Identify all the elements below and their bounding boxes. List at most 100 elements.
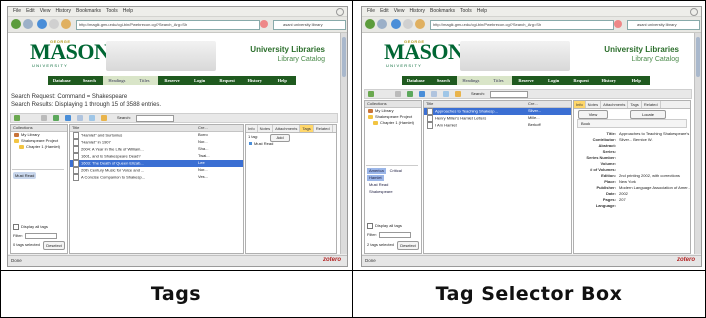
tab-tags[interactable]: Tags: [300, 125, 314, 132]
nav-database[interactable]: Database: [402, 76, 430, 85]
nav-titles[interactable]: Titles: [130, 76, 159, 85]
nav-history[interactable]: History: [595, 76, 623, 85]
menu-file[interactable]: File: [367, 8, 375, 14]
checkbox[interactable]: [13, 224, 19, 230]
nav-database[interactable]: Database: [48, 76, 76, 85]
item-row[interactable]: "Hamlet" in 1907 Nor...: [70, 139, 243, 146]
item-row[interactable]: A Concise Companion to Shakesp... Ves...: [70, 174, 243, 181]
menu-view[interactable]: View: [394, 8, 405, 14]
field-value[interactable]: Approaches to Teaching Shakespeare's Ham…: [619, 131, 690, 136]
add-item-icon[interactable]: [419, 91, 425, 97]
menu-edit[interactable]: Edit: [26, 8, 35, 14]
nav-reserve[interactable]: Reserve: [512, 76, 540, 85]
checkbox[interactable]: [367, 223, 373, 229]
nav-login[interactable]: Login: [186, 76, 214, 85]
collection-chapter-1[interactable]: Chapter 1 (Hamlet): [365, 120, 421, 126]
nav-help[interactable]: Help: [623, 76, 651, 85]
nav-request[interactable]: Request: [213, 76, 241, 85]
display-all-tags[interactable]: Display all tags: [13, 224, 48, 230]
filter-input[interactable]: [379, 232, 411, 238]
tag-must-read[interactable]: Must Read: [367, 182, 390, 188]
zotero-status-icon[interactable]: zotero: [677, 257, 695, 263]
item-row[interactable]: 20th Century Music for Voice and ... Nor.…: [70, 167, 243, 174]
collection-chapter-1[interactable]: Chapter 1 (Hamlet): [11, 144, 67, 150]
menu-view[interactable]: View: [40, 8, 51, 14]
menu-bookmarks[interactable]: Bookmarks: [76, 8, 101, 14]
field-value[interactable]: 2002: [619, 191, 628, 196]
url-bar[interactable]: http://magik.gmu.edu/cgi-bin/Pwebrecon.c…: [430, 20, 614, 30]
search-engine-box[interactable]: asani university library: [273, 20, 346, 30]
attach-icon[interactable]: [455, 91, 461, 97]
column-creator[interactable]: Cre...: [198, 125, 208, 131]
field-value[interactable]: Modern Language Association of Amer...: [619, 185, 690, 190]
menu-help[interactable]: Help: [477, 8, 487, 14]
home-icon[interactable]: [61, 19, 71, 29]
item-row[interactable]: 1603: The Death of Queen Elizab... Lee: [70, 160, 243, 167]
reload-icon[interactable]: [37, 19, 47, 29]
item-row[interactable]: Henry Miller's Hamlet Letters Mille...: [424, 115, 571, 122]
filter-input[interactable]: [25, 233, 57, 239]
item-row[interactable]: Approaches to Teaching Shakesp... Sliver.…: [424, 108, 571, 115]
tab-attachments[interactable]: Attachments: [273, 125, 301, 132]
tab-notes[interactable]: Notes: [586, 101, 602, 108]
nav-login[interactable]: Login: [540, 76, 568, 85]
tab-tags[interactable]: Tags: [628, 101, 642, 108]
menu-history[interactable]: History: [55, 8, 71, 14]
page-scrollbar[interactable]: [340, 33, 347, 254]
url-bar[interactable]: http://magik.gmu.edu/cgi-bin/Pwebrecon.c…: [76, 20, 260, 30]
nav-titles[interactable]: Titles: [484, 76, 513, 85]
new-collection-icon[interactable]: [41, 115, 47, 121]
scrollbar-thumb[interactable]: [696, 37, 700, 77]
view-button[interactable]: View: [578, 110, 608, 119]
tab-info[interactable]: Info: [246, 125, 258, 132]
tab-info[interactable]: Info: [574, 101, 586, 108]
field-value[interactable]: 2nd printing 2002, with corrections: [619, 173, 680, 178]
zotero-status-icon[interactable]: zotero: [323, 257, 341, 263]
new-item-icon[interactable]: [53, 115, 59, 121]
menu-help[interactable]: Help: [123, 8, 133, 14]
go-icon[interactable]: [260, 20, 268, 28]
back-icon[interactable]: [11, 19, 21, 29]
tag-america[interactable]: America: [367, 168, 386, 174]
tag-hamlet[interactable]: Hamlet: [367, 175, 384, 181]
nav-help[interactable]: Help: [269, 76, 297, 85]
zotero-icon[interactable]: [368, 91, 374, 97]
tab-related[interactable]: Related: [314, 125, 333, 132]
scrollbar-thumb[interactable]: [342, 37, 346, 77]
toolbar-search-input[interactable]: [136, 115, 174, 122]
add-item-icon[interactable]: [65, 115, 71, 121]
toolbar-search-input[interactable]: [490, 91, 528, 98]
tag-shakespeare[interactable]: Shakespeare: [367, 189, 395, 195]
stop-icon[interactable]: [403, 19, 413, 29]
window-button[interactable]: [336, 8, 344, 16]
field-value[interactable]: 207: [619, 197, 626, 202]
field-value[interactable]: Sliver... Bernice W.: [619, 137, 653, 142]
go-icon[interactable]: [614, 20, 622, 28]
nav-headings[interactable]: Headings: [457, 76, 485, 85]
item-type-select[interactable]: Book: [577, 119, 687, 128]
forward-icon[interactable]: [377, 19, 387, 29]
nav-search[interactable]: Search: [430, 76, 458, 85]
menu-edit[interactable]: Edit: [380, 8, 389, 14]
window-button[interactable]: [690, 8, 698, 16]
tab-attachments[interactable]: Attachments: [601, 101, 629, 108]
nav-request[interactable]: Request: [567, 76, 595, 85]
link-icon[interactable]: [431, 91, 437, 97]
item-row[interactable]: 1601, and Is Shakespeare Dead? Twai...: [70, 153, 243, 160]
display-all-tags[interactable]: Display all tags: [367, 223, 402, 229]
column-title[interactable]: Title: [72, 125, 79, 130]
item-row[interactable]: "Hamlet" and Surtonius Borro: [70, 132, 243, 139]
tag-must-read[interactable]: Must Read: [13, 172, 37, 179]
item-row[interactable]: I Am Hamlet Berkoff: [424, 122, 571, 129]
menu-history[interactable]: History: [409, 8, 425, 14]
menu-bookmarks[interactable]: Bookmarks: [430, 8, 455, 14]
note-icon[interactable]: [443, 91, 449, 97]
note-icon[interactable]: [89, 115, 95, 121]
column-title[interactable]: Title: [426, 101, 433, 106]
menu-file[interactable]: File: [13, 8, 21, 14]
reload-icon[interactable]: [391, 19, 401, 29]
stop-icon[interactable]: [49, 19, 59, 29]
nav-headings[interactable]: Headings: [103, 76, 131, 85]
page-scrollbar[interactable]: [694, 33, 701, 254]
locate-button[interactable]: Locate: [630, 110, 666, 119]
